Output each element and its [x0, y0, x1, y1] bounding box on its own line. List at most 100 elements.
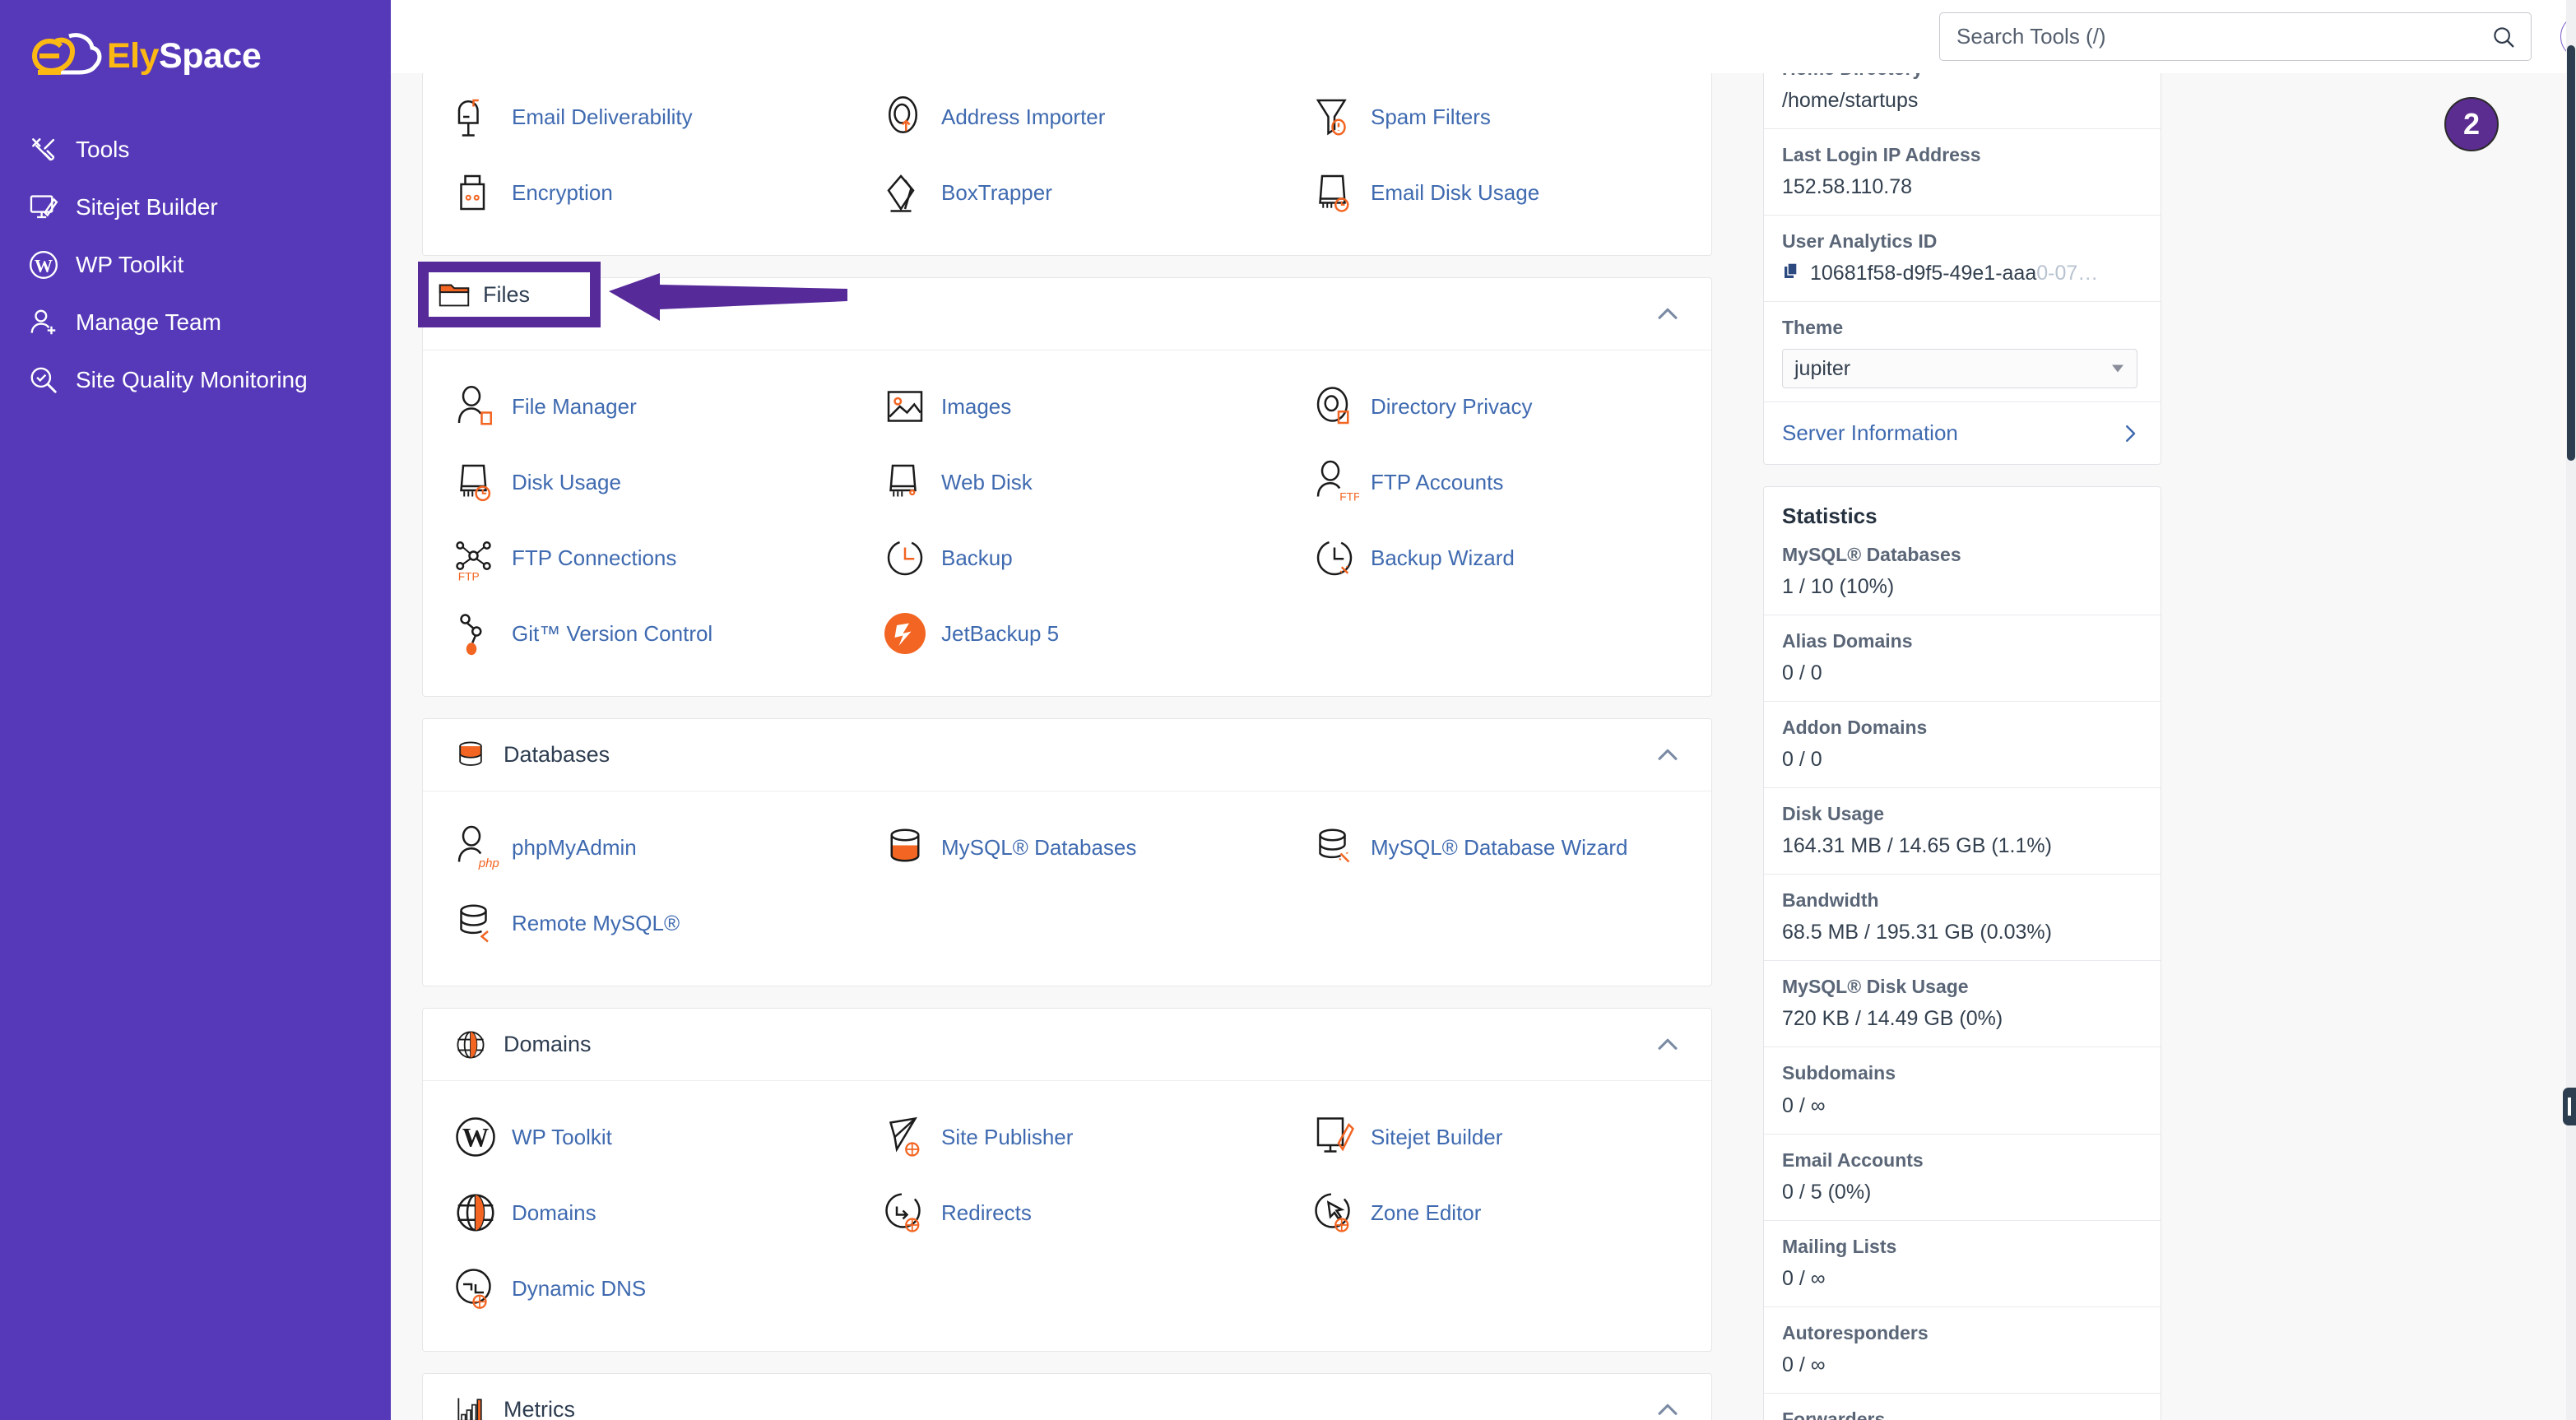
tool-file-manager[interactable]: File Manager — [423, 369, 852, 444]
sidebar-item-wp-toolkit[interactable]: W WP Toolkit — [28, 244, 183, 286]
wordpress-icon: W — [456, 1117, 495, 1157]
tool-disk-usage[interactable]: Disk Usage — [423, 444, 852, 520]
search-box[interactable] — [1939, 12, 2532, 61]
search-icon[interactable] — [2491, 25, 2516, 49]
tool-label: File Manager — [512, 394, 637, 419]
chevron-up-icon[interactable] — [1654, 741, 1682, 769]
chevron-down-icon — [2112, 364, 2123, 373]
tool-label: phpMyAdmin — [512, 835, 637, 860]
tool-jetbackup-5[interactable]: JetBackup 5 — [852, 596, 1282, 671]
stat-value: 1 / 10 (10%) — [1782, 575, 1895, 599]
server-information-link[interactable]: Server Information — [1764, 402, 2161, 464]
sidebar-item-label: Tools — [76, 137, 130, 162]
tool-label: MySQL® Databases — [941, 835, 1137, 860]
tool-boxtrapper[interactable]: BoxTrapper — [852, 155, 1282, 230]
phpmyadmin-icon: php — [457, 825, 499, 870]
tool-address-importer[interactable]: Address Importer — [852, 79, 1282, 155]
tool-directory-privacy[interactable]: Directory Privacy — [1282, 369, 1711, 444]
tool-spam-filters[interactable]: Spam Filters — [1282, 79, 1711, 155]
tool-backup-wizard[interactable]: Backup Wizard — [1282, 520, 1711, 596]
step-badge: 2 — [2444, 97, 2499, 151]
tool-label: Zone Editor — [1371, 1200, 1482, 1225]
page-scrollbar-thumb[interactable] — [2567, 45, 2575, 461]
stat-label: MySQL® Databases — [1782, 544, 1961, 566]
theme-label: Theme — [1782, 317, 1844, 339]
theme-select[interactable]: jupiter — [1782, 349, 2137, 389]
tool-label: JetBackup 5 — [941, 621, 1060, 646]
tool-phpmyadmin[interactable]: php phpMyAdmin — [423, 810, 852, 885]
copy-icon[interactable] — [1782, 262, 1802, 281]
tool-label: Backup — [941, 545, 1013, 570]
tool-git-version-control[interactable]: Git™ Version Control — [423, 596, 852, 671]
tool-label: WP Toolkit — [512, 1125, 612, 1149]
chevron-up-icon[interactable] — [1654, 300, 1682, 328]
jetbackup-icon — [884, 613, 926, 654]
tool-encryption[interactable]: Encryption — [423, 155, 852, 230]
mysql-databases-icon — [890, 828, 920, 862]
edge-drawer-handle[interactable] — [2563, 1088, 2576, 1125]
tool-web-disk[interactable]: Web Disk — [852, 444, 1282, 520]
dynamic-dns-icon — [456, 1269, 491, 1309]
tool-remote-mysql[interactable]: Remote MySQL® — [423, 885, 852, 961]
tool-ftp-connections[interactable]: FTP FTP Connections — [423, 520, 852, 596]
info-label: Home Directory — [1782, 73, 2142, 81]
tool-sitejet-builder[interactable]: Sitejet Builder — [1282, 1099, 1711, 1175]
tool-label: Backup Wizard — [1371, 545, 1515, 570]
top-bar — [391, 0, 2576, 73]
tool-label: Redirects — [941, 1200, 1032, 1225]
tool-mysql-databases[interactable]: MySQL® Databases — [852, 810, 1282, 885]
tool-images[interactable]: Images — [852, 369, 1282, 444]
svg-text:FTP: FTP — [1339, 491, 1359, 503]
tool-dynamic-dns[interactable]: Dynamic DNS — [423, 1251, 852, 1326]
tools-grid-files: File Manager Images Directory Privacy Di… — [423, 350, 1711, 696]
section-header-metrics[interactable]: Metrics — [423, 1374, 1711, 1420]
chevron-up-icon[interactable] — [1654, 1396, 1682, 1420]
tool-redirects[interactable]: Redirects — [852, 1175, 1282, 1251]
images-icon — [887, 391, 923, 422]
directory-privacy-icon — [1316, 387, 1349, 425]
handle-bar — [2568, 1097, 2571, 1116]
sidebar-item-tools[interactable]: Tools — [28, 128, 129, 171]
section-header-databases[interactable]: Databases — [423, 719, 1711, 791]
tool-ftp-accounts[interactable]: FTP FTP Accounts — [1282, 444, 1711, 520]
sidebar-item-sitejet-builder[interactable]: Sitejet Builder — [28, 186, 218, 229]
stat-label: Subdomains — [1782, 1062, 1896, 1084]
chevron-up-icon[interactable] — [1654, 1031, 1682, 1059]
section-title: Files — [504, 301, 551, 326]
tool-label: Email Deliverability — [512, 104, 693, 129]
section-header-domains[interactable]: Domains — [423, 1009, 1711, 1081]
tool-label: Domains — [512, 1200, 596, 1225]
info-label: User Analytics ID — [1782, 230, 1938, 253]
section-header-files[interactable]: Files — [423, 278, 1711, 350]
tool-email-deliverability[interactable]: Email Deliverability — [423, 79, 852, 155]
tool-email-disk-usage[interactable]: Email Disk Usage — [1282, 155, 1711, 230]
info-row-last-login-ip: Last Login IP Address 152.58.110.78 — [1764, 129, 2161, 216]
stat-label: MySQL® Disk Usage — [1782, 976, 1969, 998]
tool-site-publisher[interactable]: Site Publisher — [852, 1099, 1282, 1175]
tool-label: Encryption — [512, 180, 613, 205]
sidebar-item-site-quality-monitoring[interactable]: Site Quality Monitoring — [28, 359, 308, 401]
sidebar-item-manage-team[interactable]: Manage Team — [28, 301, 221, 344]
section-card-files: Files File Manager Images Directory Priv… — [422, 277, 1712, 697]
stat-value: 68.5 MB / 195.31 GB (0.03%) — [1782, 921, 2052, 944]
user-add-icon — [30, 309, 56, 335]
tool-mysql-database-wizard[interactable]: MySQL® Database Wizard — [1282, 810, 1711, 885]
tool-label: Remote MySQL® — [512, 911, 680, 935]
search-input[interactable] — [1956, 24, 2467, 49]
stat-value: 720 KB / 14.49 GB (0%) — [1782, 1007, 2003, 1031]
tool-label: BoxTrapper — [941, 180, 1052, 205]
sidebar-item-label: Site Quality Monitoring — [76, 367, 308, 392]
brand-logo[interactable]: ElySpace — [31, 31, 262, 81]
section-card-email: Email Deliverability Address Importer Sp… — [422, 73, 1712, 256]
tool-label: Disk Usage — [512, 470, 621, 494]
stat-value: 0 / ∞ — [1782, 1266, 1826, 1290]
stat-label: Autoresponders — [1782, 1321, 1929, 1343]
tool-zone-editor[interactable]: Zone Editor — [1282, 1175, 1711, 1251]
tool-label: MySQL® Database Wizard — [1371, 835, 1628, 860]
tool-domains[interactable]: Domains — [423, 1175, 852, 1251]
info-value: /home/startups — [1782, 89, 1919, 113]
globe-icon — [457, 1031, 485, 1058]
general-information-card: Home Directory /home/startups Last Login… — [1763, 73, 2161, 466]
tool-backup[interactable]: Backup — [852, 520, 1282, 596]
tool-wp-toolkit[interactable]: W WP Toolkit — [423, 1099, 852, 1175]
